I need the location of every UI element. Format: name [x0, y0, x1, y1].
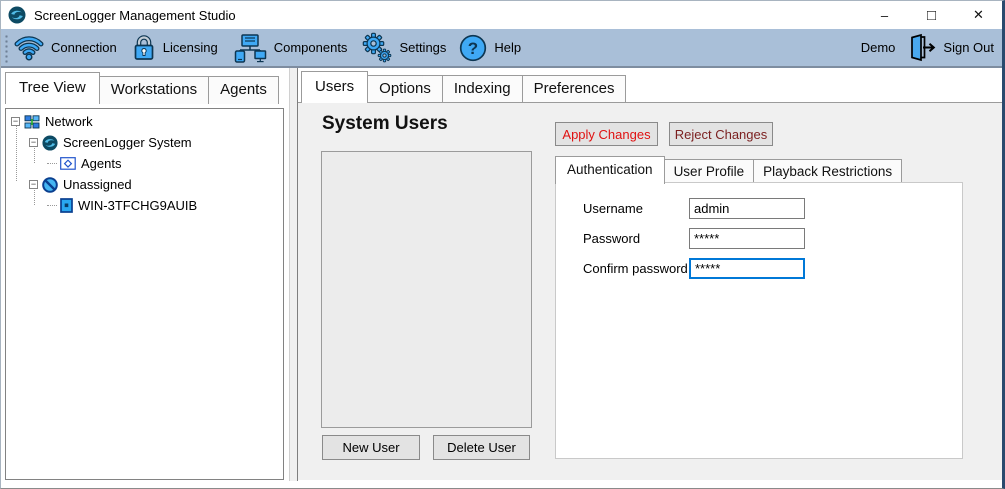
- tree-item-label: Agents: [81, 156, 121, 171]
- lock-icon: [132, 34, 156, 61]
- workstation-icon: [60, 198, 73, 213]
- screenlogger-logo-icon: [8, 6, 26, 24]
- tree-view: − Network −: [5, 108, 284, 480]
- page-title: System Users: [322, 113, 448, 135]
- wifi-icon: [14, 34, 44, 61]
- tree-item-workstation[interactable]: WIN-3TFCHG9AUIB: [6, 195, 283, 216]
- username-row: Username: [583, 198, 805, 219]
- tab-label: User Profile: [674, 164, 745, 179]
- toolbar-item-label: Components: [274, 40, 348, 55]
- panel-splitter[interactable]: [289, 68, 297, 481]
- confirm-password-row: Confirm password: [583, 258, 805, 279]
- title-bar: ScreenLogger Management Studio – □ ✕: [1, 1, 1002, 29]
- tab-workstations[interactable]: Workstations: [100, 76, 209, 104]
- account-name-label: Demo: [861, 40, 896, 55]
- tab-indexing[interactable]: Indexing: [443, 75, 523, 103]
- sign-out-door-icon: [907, 33, 936, 62]
- svg-text:?: ?: [468, 39, 478, 58]
- app-window: ScreenLogger Management Studio – □ ✕: [0, 0, 1005, 489]
- window-controls: – □ ✕: [861, 1, 1002, 29]
- collapse-icon[interactable]: −: [11, 117, 20, 126]
- sign-out-button[interactable]: Sign Out: [907, 33, 994, 62]
- maximize-button[interactable]: □: [908, 1, 955, 29]
- tab-label: Agents: [220, 81, 267, 98]
- toolbar-item-label: Connection: [51, 40, 117, 55]
- confirm-password-label: Confirm password: [583, 261, 689, 276]
- tree-connector: [47, 163, 57, 164]
- tab-label: Users: [315, 78, 354, 95]
- system-users-listbox[interactable]: [321, 151, 532, 428]
- tree-item-label: WIN-3TFCHG9AUIB: [78, 198, 197, 213]
- tree-item-label: Unassigned: [63, 177, 132, 192]
- toolbar-item-licensing[interactable]: Licensing: [132, 34, 218, 61]
- tab-label: Workstations: [111, 81, 197, 98]
- main-tabs: Users Options Indexing Preferences: [301, 71, 626, 103]
- apply-changes-button[interactable]: Apply Changes: [555, 122, 658, 146]
- devices-icon: [233, 33, 267, 63]
- tree-connector: [47, 205, 57, 206]
- tab-users[interactable]: Users: [301, 71, 368, 103]
- tab-label: Indexing: [454, 80, 511, 97]
- tab-label: Options: [379, 80, 431, 97]
- new-user-button[interactable]: New User: [322, 435, 420, 460]
- minimize-button[interactable]: –: [861, 1, 908, 29]
- agents-diamond-icon: [60, 157, 76, 170]
- toolbar-grip-handle[interactable]: [3, 33, 8, 63]
- toolbar-item-label: Settings: [399, 40, 446, 55]
- tab-label: Tree View: [19, 79, 86, 96]
- collapse-icon[interactable]: −: [29, 138, 38, 147]
- tree-item-network[interactable]: − Network: [6, 111, 283, 132]
- toolbar-item-label: Licensing: [163, 40, 218, 55]
- toolbar-item-help[interactable]: ? Help: [459, 34, 521, 62]
- password-input[interactable]: [689, 228, 805, 249]
- tree-item-agents[interactable]: Agents: [6, 153, 283, 174]
- tab-preferences[interactable]: Preferences: [523, 75, 627, 103]
- tab-label: Playback Restrictions: [763, 164, 892, 179]
- username-label: Username: [583, 201, 689, 216]
- gears-icon: [361, 32, 392, 63]
- toolbar-item-components[interactable]: Components: [233, 33, 348, 63]
- screenlogger-logo-icon: [42, 135, 58, 151]
- tab-label: Preferences: [534, 80, 615, 97]
- toolbar-item-connection[interactable]: Connection: [14, 34, 117, 61]
- delete-user-button[interactable]: Delete User: [433, 435, 530, 460]
- tab-agents[interactable]: Agents: [209, 76, 279, 104]
- sign-out-label: Sign Out: [943, 40, 994, 55]
- unassigned-icon: [42, 177, 58, 193]
- confirm-password-input[interactable]: [689, 258, 805, 279]
- tree-item-label: Network: [45, 114, 93, 129]
- tab-tree-view[interactable]: Tree View: [5, 72, 100, 104]
- collapse-icon[interactable]: −: [29, 180, 38, 189]
- user-detail-tabs: Authentication User Profile Playback Res…: [555, 156, 902, 184]
- toolbar-item-settings[interactable]: Settings: [361, 32, 446, 63]
- tab-user-profile[interactable]: User Profile: [665, 159, 755, 184]
- authentication-panel: Username Password Confirm password: [555, 182, 963, 459]
- tree-item-unassigned[interactable]: − Unassigned: [6, 174, 283, 195]
- close-button[interactable]: ✕: [955, 1, 1002, 29]
- tab-label: Authentication: [567, 162, 653, 177]
- username-input[interactable]: [689, 198, 805, 219]
- main-panel: Users Options Indexing Preferences Syste…: [297, 68, 1002, 481]
- tree-item-label: ScreenLogger System: [63, 135, 192, 150]
- question-icon: ?: [459, 34, 487, 62]
- left-panel: Tree View Workstations Agents −: [1, 68, 289, 481]
- tab-options[interactable]: Options: [368, 75, 443, 103]
- left-panel-tabs: Tree View Workstations Agents: [5, 72, 279, 104]
- toolbar: Connection Licensing: [1, 29, 1002, 68]
- tree-item-screenlogger-system[interactable]: − ScreenLogger System: [6, 132, 283, 153]
- users-tab-content: System Users New User Delete User Apply …: [298, 102, 1002, 480]
- network-icon: [24, 115, 40, 129]
- reject-changes-button[interactable]: Reject Changes: [669, 122, 773, 146]
- tab-playback-restrictions[interactable]: Playback Restrictions: [754, 159, 902, 184]
- toolbar-item-label: Help: [494, 40, 521, 55]
- password-label: Password: [583, 231, 689, 246]
- tab-authentication[interactable]: Authentication: [555, 156, 665, 184]
- window-title: ScreenLogger Management Studio: [34, 8, 236, 23]
- password-row: Password: [583, 228, 805, 249]
